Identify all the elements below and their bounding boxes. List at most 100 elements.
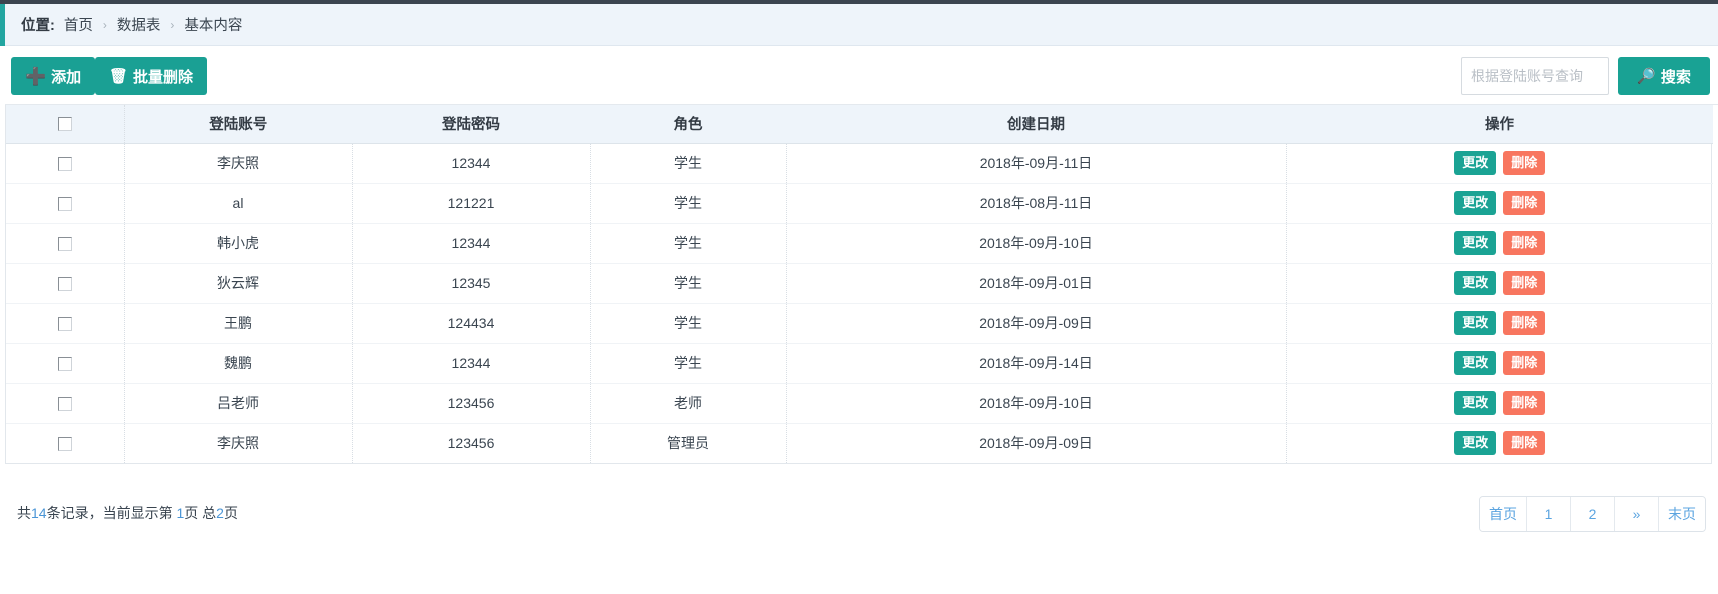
row-action-group: 更改 删除	[1287, 191, 1714, 215]
cell-account: 魏鹏	[124, 343, 353, 384]
pagination: 首页 1 2 » 末页	[1479, 496, 1706, 532]
cell-created-date: 2018年-09月-09日	[786, 423, 1287, 463]
delete-button[interactable]: 删除	[1503, 191, 1546, 215]
pagination-page-1[interactable]: 1	[1527, 497, 1571, 531]
search-button-label: 搜索	[1660, 68, 1691, 86]
pagination-last-page[interactable]: 末页	[1659, 497, 1705, 531]
edit-button[interactable]: 更改	[1454, 391, 1497, 415]
data-table-frame: 登陆账号 登陆密码 角色 创建日期 操作 李庆照 12344 学生 2018年-09月…	[5, 105, 1713, 464]
row-action-group: 更改 删除	[1287, 271, 1714, 295]
breadcrumb-item-basic-content[interactable]: 基本内容	[184, 14, 242, 35]
header-created-date: 创建日期	[786, 105, 1286, 144]
row-action-group: 更改 删除	[1287, 151, 1714, 175]
row-select-cell	[6, 343, 125, 384]
header-select-all	[6, 105, 125, 144]
delete-button[interactable]: 删除	[1503, 351, 1546, 375]
row-checkbox[interactable]	[57, 397, 72, 412]
cell-password: 12344	[352, 143, 591, 184]
edit-button[interactable]: 更改	[1454, 271, 1497, 295]
row-select-cell	[6, 423, 125, 463]
page-suffix: 页	[223, 505, 238, 521]
add-button[interactable]: ➕ 添加	[11, 57, 96, 95]
row-select-cell	[6, 303, 125, 344]
breadcrumb-item-datatable[interactable]: 数据表	[117, 14, 161, 35]
cell-password: 121221	[352, 183, 591, 224]
edit-button[interactable]: 更改	[1454, 311, 1497, 335]
edit-button[interactable]: 更改	[1454, 151, 1497, 175]
breadcrumb-separator-icon: ›	[102, 17, 107, 32]
row-checkbox[interactable]	[57, 237, 72, 252]
cell-password: 123456	[352, 383, 591, 424]
table-row: 狄云辉 12345 学生 2018年-09月-01日 更改 删除	[6, 263, 1714, 304]
table-row: 李庆照 123456 管理员 2018年-09月-09日 更改 删除	[6, 423, 1713, 463]
toolbar: ➕ 添加 🗑 批量删除 🔍 搜索	[5, 47, 1718, 105]
row-checkbox[interactable]	[57, 357, 72, 372]
page-unit: 页 总	[184, 505, 217, 521]
cell-role: 老师	[590, 383, 787, 424]
search-input[interactable]	[1461, 57, 1609, 95]
edit-button[interactable]: 更改	[1454, 431, 1497, 456]
delete-button[interactable]: 删除	[1503, 231, 1546, 255]
search-button[interactable]: 🔍 搜索	[1618, 57, 1710, 95]
row-checkbox[interactable]	[57, 437, 72, 452]
delete-button[interactable]: 删除	[1503, 151, 1546, 175]
cell-account: 吕老师	[124, 383, 353, 424]
record-total: 14	[31, 505, 47, 521]
trash-icon: 🗑	[109, 67, 129, 85]
cell-created-date: 2018年-09月-14日	[786, 343, 1287, 384]
row-action-group: 更改 删除	[1287, 391, 1714, 415]
row-select-cell	[6, 263, 125, 304]
delete-button[interactable]: 删除	[1503, 271, 1546, 295]
row-select-cell	[6, 223, 125, 264]
cell-account: 李庆照	[124, 423, 353, 463]
delete-button[interactable]: 删除	[1503, 431, 1546, 456]
cell-created-date: 2018年-09月-11日	[786, 143, 1287, 184]
row-select-cell	[6, 183, 125, 224]
breadcrumb-label: 位置:	[21, 18, 55, 34]
row-action-group: 更改 删除	[1287, 311, 1714, 335]
cell-operations: 更改 删除	[1286, 183, 1714, 224]
row-checkbox[interactable]	[57, 197, 72, 212]
cell-account: 李庆照	[124, 143, 353, 184]
cell-role: 学生	[590, 223, 787, 264]
record-middle: 条记录，当前显示第	[46, 505, 173, 521]
select-all-checkbox[interactable]	[57, 116, 72, 131]
cell-created-date: 2018年-09月-01日	[786, 263, 1287, 304]
table-footer: 共14条记录，当前显示第 1 页 总 2 页 首页 1 2 » 末页	[5, 493, 1712, 539]
edit-button[interactable]: 更改	[1454, 191, 1497, 215]
row-checkbox[interactable]	[57, 157, 72, 172]
cell-operations: 更改 删除	[1286, 143, 1714, 184]
header-password: 登陆密码	[352, 105, 590, 144]
table-row: 李庆照 12344 学生 2018年-09月-11日 更改 删除	[6, 143, 1714, 184]
cell-account: 韩小虎	[124, 223, 353, 264]
cell-operations: 更改 删除	[1286, 383, 1714, 424]
cell-account: 王鹏	[124, 303, 353, 344]
row-checkbox[interactable]	[57, 317, 72, 332]
table-row: 魏鹏 12344 学生 2018年-09月-14日 更改 删除	[6, 343, 1714, 384]
row-select-cell	[6, 143, 125, 184]
pagination-first-page[interactable]: 首页	[1480, 497, 1527, 531]
plus-icon: ➕	[25, 66, 47, 86]
edit-button[interactable]: 更改	[1454, 231, 1497, 255]
breadcrumb-item-home[interactable]: 首页	[64, 14, 93, 35]
cell-password: 124434	[352, 303, 591, 344]
pagination-next-icon[interactable]: »	[1615, 497, 1659, 531]
pagination-page-2[interactable]: 2	[1571, 497, 1615, 531]
breadcrumb: 位置: 首页 › 数据表 › 基本内容	[5, 4, 1718, 46]
cell-created-date: 2018年-09月-10日	[786, 223, 1287, 264]
cell-account: 狄云辉	[124, 263, 353, 304]
row-action-group: 更改 删除	[1287, 351, 1714, 375]
bulk-delete-button[interactable]: 🗑 批量删除	[95, 57, 208, 95]
header-account: 登陆账号	[124, 105, 352, 144]
table-row: 吕老师 123456 老师 2018年-09月-10日 更改 删除	[6, 383, 1714, 424]
delete-button[interactable]: 删除	[1503, 311, 1546, 335]
cell-password: 12344	[352, 223, 591, 264]
row-action-group: 更改 删除	[1287, 231, 1714, 255]
cell-role: 学生	[590, 263, 787, 304]
search-area: 🔍 搜索	[1461, 57, 1710, 95]
row-checkbox[interactable]	[57, 277, 72, 292]
delete-button[interactable]: 删除	[1503, 391, 1546, 415]
data-table: 登陆账号 登陆密码 角色 创建日期 操作 李庆照 12344 学生 2018年-09月…	[6, 105, 1713, 463]
record-prefix: 共	[17, 505, 31, 521]
edit-button[interactable]: 更改	[1454, 351, 1497, 375]
